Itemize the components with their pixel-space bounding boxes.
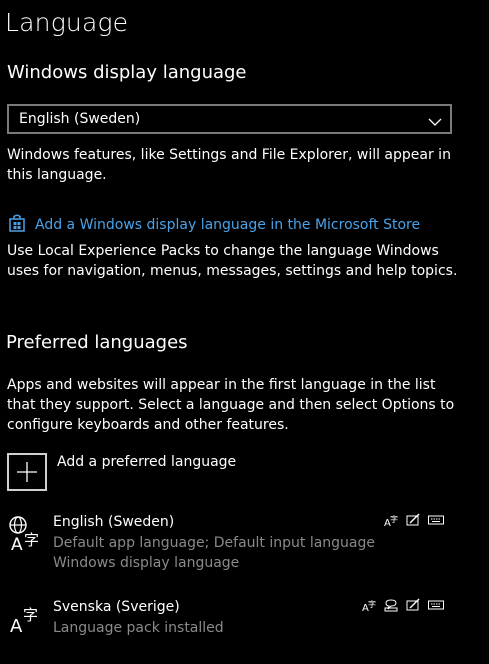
svg-text:A: A [10, 616, 23, 637]
svg-text:字: 字 [24, 531, 39, 549]
chevron-down-icon [428, 113, 442, 132]
language-status-display: Windows display language [53, 555, 240, 571]
svg-text:字: 字 [390, 514, 398, 524]
language-name: Svenska (Sverige) [53, 599, 180, 615]
svg-text:A: A [11, 535, 23, 554]
language-globe-icon: A 字 [6, 514, 46, 558]
keyboard-icon [428, 515, 444, 525]
language-item-english-sweden[interactable]: A 字 English (Sweden) Default app languag… [0, 510, 489, 574]
language-pack-icon: A 字 [384, 514, 398, 527]
handwriting-icon [406, 513, 420, 526]
plus-icon [17, 462, 37, 482]
language-item-svenska-sverige[interactable]: A 字 Svenska (Sverige) Language pack inst… [0, 596, 489, 640]
svg-text:字: 字 [368, 599, 376, 609]
svg-text:字: 字 [23, 606, 38, 624]
language-features: A 字 [384, 513, 444, 527]
page-title: Language [5, 8, 129, 37]
keyboard-icon [428, 600, 444, 610]
handwriting-icon [406, 598, 420, 611]
language-status: Language pack installed [53, 620, 224, 636]
language-pack-large-icon: A 字 [6, 598, 46, 642]
preferred-languages-heading: Preferred languages [6, 332, 188, 353]
store-icon [7, 213, 27, 237]
display-language-description: Windows features, like Settings and File… [7, 147, 451, 183]
lxp-note: Use Local Experience Packs to change the… [7, 243, 458, 279]
display-language-heading: Windows display language [7, 62, 247, 83]
language-name: English (Sweden) [53, 514, 175, 530]
speech-icon [384, 599, 398, 612]
store-link[interactable]: Add a Windows display language in the Mi… [7, 213, 420, 237]
display-language-dropdown[interactable]: English (Sweden) [7, 104, 452, 134]
display-language-value: English (Sweden) [19, 111, 141, 127]
language-status: Default app language; Default input lang… [53, 535, 375, 551]
language-pack-icon: A 字 [362, 599, 376, 612]
store-link-label: Add a Windows display language in the Mi… [35, 217, 421, 233]
add-language-button[interactable] [7, 453, 47, 491]
preferred-languages-description: Apps and websites will appear in the fir… [7, 377, 455, 433]
add-language-label[interactable]: Add a preferred language [57, 454, 236, 470]
language-features: A 字 [362, 598, 444, 612]
